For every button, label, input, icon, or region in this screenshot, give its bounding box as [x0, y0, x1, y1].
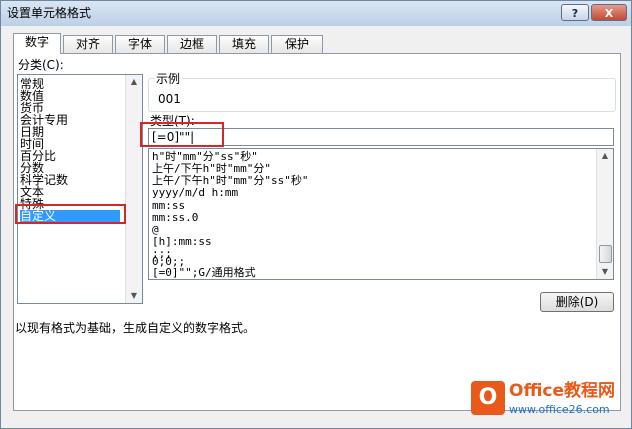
tab-border[interactable]: 边框: [167, 35, 217, 53]
format-description: 以现有格式为基础，生成自定义的数字格式。: [15, 321, 256, 335]
sample-group: [148, 78, 616, 112]
watermark-title: Office教程网: [509, 381, 616, 401]
watermark: O Office教程网 www.office26.com: [471, 379, 631, 427]
delete-button[interactable]: 删除(D): [540, 292, 614, 312]
dialog-title: 设置单元格格式: [7, 6, 92, 20]
scroll-down-icon[interactable]: ▼: [597, 265, 613, 279]
category-label: 分类(C):: [18, 58, 64, 72]
tab-fill[interactable]: 填充: [219, 35, 269, 53]
sample-label: 示例: [154, 72, 183, 86]
tab-protection[interactable]: 保护: [271, 35, 323, 53]
title-bar: 设置单元格格式 ? X: [1, 1, 631, 26]
tab-alignment[interactable]: 对齐: [63, 35, 113, 53]
category-list[interactable]: 常规 数值 货币 会计专用 日期 时间 百分比 分数 科学记数 文本 特殊 自定…: [17, 74, 143, 304]
scroll-down-icon[interactable]: ▼: [126, 289, 142, 303]
scroll-up-icon[interactable]: ▲: [126, 75, 142, 89]
highlight-box-category: [15, 204, 126, 224]
watermark-url: www.office26.com: [509, 403, 610, 416]
tab-number[interactable]: 数字: [13, 33, 61, 54]
highlight-box-type: [140, 122, 224, 147]
format-item[interactable]: [=0]"";G/通用格式: [152, 267, 256, 279]
format-cells-dialog: 设置单元格格式 ? X 数字 对齐 字体 边框 填充 保护 分类(C): 常规 …: [0, 0, 632, 429]
help-button[interactable]: ?: [561, 4, 589, 21]
scroll-thumb[interactable]: [599, 245, 612, 263]
category-scrollbar[interactable]: ▲ ▼: [125, 75, 142, 303]
tab-font[interactable]: 字体: [115, 35, 165, 53]
sample-value: 001: [158, 92, 181, 106]
format-item[interactable]: yyyy/m/d h:mm: [152, 187, 238, 199]
format-scrollbar[interactable]: ▲ ▼: [596, 149, 613, 279]
office-logo-icon: O: [471, 381, 505, 415]
number-tab-panel: 分类(C): 常规 数值 货币 会计专用 日期 时间 百分比 分数 科学记数 文…: [13, 53, 621, 411]
format-code-list[interactable]: h"时"mm"分"ss"秒" 上午/下午h"时"mm"分" 上午/下午h"时"m…: [148, 148, 614, 280]
scroll-up-icon[interactable]: ▲: [597, 149, 613, 163]
close-button[interactable]: X: [591, 4, 627, 21]
